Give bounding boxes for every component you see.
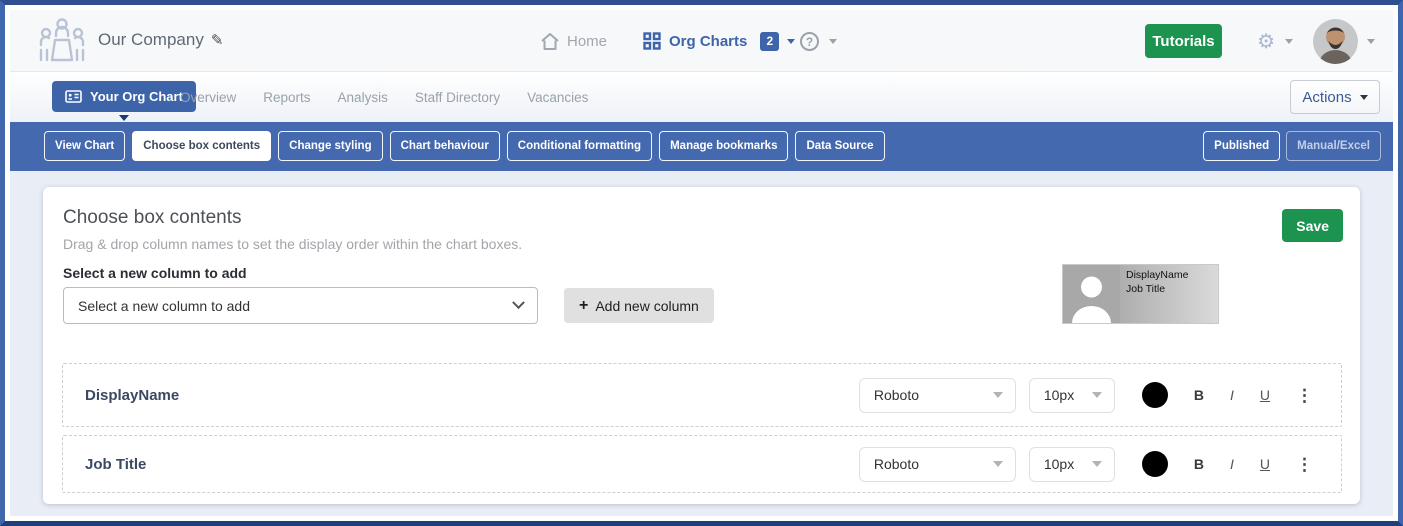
row-controls: Roboto 10px B I U ⋮ xyxy=(859,378,1313,413)
font-family-value: Roboto xyxy=(874,387,919,403)
header: Our Company✎ Home Org Charts 2 ? Tutoria… xyxy=(10,10,1393,72)
page-subtitle: Drag & drop column names to set the disp… xyxy=(63,236,522,252)
toolbar-data-source[interactable]: Data Source xyxy=(795,131,884,161)
nav-org-charts-label: Org Charts xyxy=(669,33,747,50)
toolbar-choose-box-contents[interactable]: Choose box contents xyxy=(132,131,271,161)
home-icon xyxy=(541,33,559,50)
preview-line-1: DisplayName xyxy=(1126,269,1212,283)
plus-icon: + xyxy=(579,297,588,315)
preview-line-2: Job Title xyxy=(1126,283,1212,297)
toolbar-status-buttons: Published Manual/Excel xyxy=(1203,131,1381,161)
add-new-column-label: Add new column xyxy=(595,298,699,314)
field-row-job-title[interactable]: Job Title Roboto 10px B I U ⋮ xyxy=(62,435,1342,493)
window-frame: Our Company✎ Home Org Charts 2 ? Tutoria… xyxy=(0,0,1403,526)
nav-home[interactable]: Home xyxy=(541,10,607,72)
column-select-value: Select a new column to add xyxy=(78,298,250,314)
save-button[interactable]: Save xyxy=(1282,209,1343,242)
underline-button[interactable]: U xyxy=(1260,456,1270,472)
font-size-select[interactable]: 10px xyxy=(1029,447,1115,482)
tab-reports[interactable]: Reports xyxy=(263,90,310,105)
chevron-down-icon xyxy=(787,39,795,44)
choose-box-contents-card: Choose box contents Drag & drop column n… xyxy=(43,187,1360,504)
font-size-value: 10px xyxy=(1044,456,1074,472)
settings-menu[interactable]: ⚙ xyxy=(1257,10,1293,72)
row-controls: Roboto 10px B I U ⋮ xyxy=(859,447,1313,482)
preview-photo-placeholder xyxy=(1063,265,1120,323)
italic-button[interactable]: I xyxy=(1230,456,1234,472)
tab-list: Overview Reports Analysis Staff Director… xyxy=(180,72,588,122)
bold-button[interactable]: B xyxy=(1194,387,1204,403)
bold-button[interactable]: B xyxy=(1194,456,1204,472)
font-color-swatch[interactable] xyxy=(1142,451,1168,477)
actions-label: Actions xyxy=(1302,89,1351,106)
org-chart-card-icon xyxy=(65,90,82,103)
toolbar-change-styling[interactable]: Change styling xyxy=(278,131,382,161)
italic-button[interactable]: I xyxy=(1230,387,1234,403)
font-family-select[interactable]: Roboto xyxy=(859,378,1016,413)
preview-text: DisplayName Job Title xyxy=(1120,265,1218,323)
tabs-bar: Your Org Chart Overview Reports Analysis… xyxy=(10,72,1393,122)
main-content: Choose box contents Drag & drop column n… xyxy=(10,171,1393,516)
chevron-down-icon xyxy=(1367,39,1375,44)
chevron-down-icon xyxy=(512,296,525,309)
dropdown-arrow-icon xyxy=(1092,461,1102,467)
field-name-label: Job Title xyxy=(85,456,146,473)
user-menu[interactable] xyxy=(1313,10,1375,72)
font-family-select[interactable]: Roboto xyxy=(859,447,1016,482)
app: Our Company✎ Home Org Charts 2 ? Tutoria… xyxy=(10,10,1393,516)
tab-staff-directory[interactable]: Staff Directory xyxy=(415,90,500,105)
tab-your-org-chart[interactable]: Your Org Chart xyxy=(52,81,196,112)
chevron-down-icon xyxy=(1285,39,1293,44)
avatar[interactable] xyxy=(1313,19,1358,64)
chevron-down-icon xyxy=(1360,95,1368,100)
dropdown-arrow-icon xyxy=(1092,392,1102,398)
chart-box-preview: DisplayName Job Title xyxy=(1063,265,1218,323)
dropdown-arrow-icon xyxy=(993,392,1003,398)
add-new-column-button[interactable]: + Add new column xyxy=(564,288,714,323)
select-column-label: Select a new column to add xyxy=(63,265,247,281)
font-family-value: Roboto xyxy=(874,456,919,472)
nav-home-label: Home xyxy=(567,33,607,50)
edit-pencil-icon[interactable]: ✎ xyxy=(211,32,224,49)
tutorials-button[interactable]: Tutorials xyxy=(1145,24,1222,58)
help-menu[interactable]: ? xyxy=(800,10,837,72)
font-size-select[interactable]: 10px xyxy=(1029,378,1115,413)
dropdown-arrow-icon xyxy=(993,461,1003,467)
underline-button[interactable]: U xyxy=(1260,387,1270,403)
toolbar-manage-bookmarks[interactable]: Manage bookmarks xyxy=(659,131,788,161)
manual-excel-button[interactable]: Manual/Excel xyxy=(1286,131,1381,161)
actions-button[interactable]: Actions xyxy=(1290,80,1380,114)
kebab-menu-icon[interactable]: ⋮ xyxy=(1296,387,1313,404)
tab-analysis[interactable]: Analysis xyxy=(338,90,388,105)
font-color-swatch[interactable] xyxy=(1142,382,1168,408)
chevron-down-icon xyxy=(829,39,837,44)
toolbar-buttons: View Chart Choose box contents Change st… xyxy=(44,131,885,161)
published-button[interactable]: Published xyxy=(1203,131,1280,161)
org-charts-count-badge: 2 xyxy=(760,32,779,51)
company-logo-icon xyxy=(37,18,87,69)
help-icon: ? xyxy=(800,32,819,51)
field-row-displayname[interactable]: DisplayName Roboto 10px B I U ⋮ xyxy=(62,363,1342,427)
toolbar-chart-behaviour[interactable]: Chart behaviour xyxy=(390,131,500,161)
company-name: Our Company✎ xyxy=(98,30,223,50)
kebab-menu-icon[interactable]: ⋮ xyxy=(1296,456,1313,473)
chart-toolbar: View Chart Choose box contents Change st… xyxy=(10,122,1393,171)
column-select[interactable]: Select a new column to add xyxy=(63,287,538,324)
toolbar-view-chart[interactable]: View Chart xyxy=(44,131,125,161)
gear-icon: ⚙ xyxy=(1257,29,1275,54)
page-title: Choose box contents xyxy=(63,207,242,229)
toolbar-conditional-formatting[interactable]: Conditional formatting xyxy=(507,131,652,161)
tab-your-org-chart-label: Your Org Chart xyxy=(90,89,183,104)
font-size-value: 10px xyxy=(1044,387,1074,403)
nav-org-charts[interactable]: Org Charts 2 xyxy=(643,10,795,72)
org-charts-grid-icon xyxy=(643,32,661,50)
field-name-label: DisplayName xyxy=(85,387,179,404)
tab-overview[interactable]: Overview xyxy=(180,90,236,105)
tab-vacancies[interactable]: Vacancies xyxy=(527,90,588,105)
